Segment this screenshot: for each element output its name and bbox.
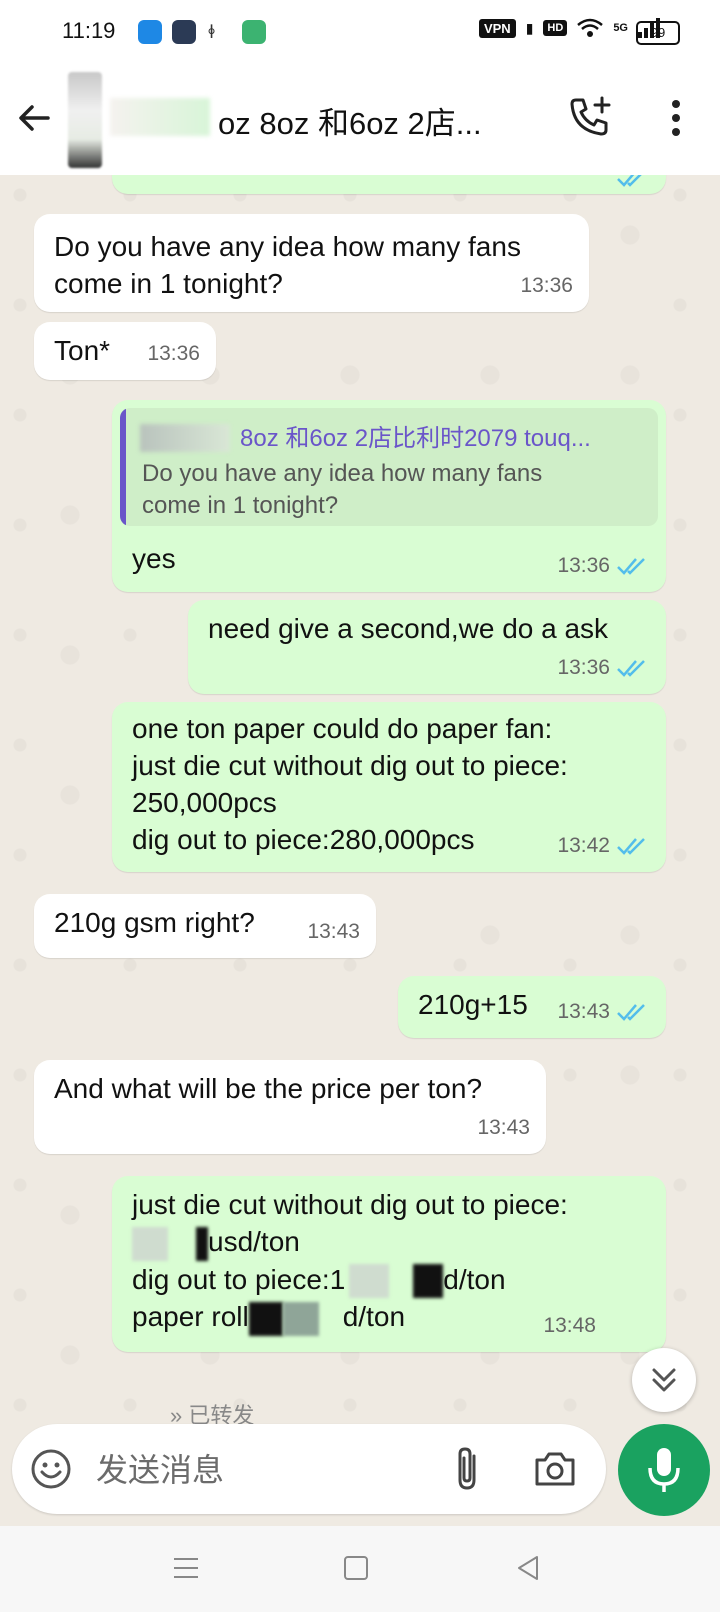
message-meta: 13:36 (520, 267, 573, 304)
redacted-value (282, 1301, 319, 1336)
read-ticks-icon (617, 1003, 645, 1021)
message-meta: 13:43 (557, 993, 650, 1030)
back-arrow-icon[interactable] (14, 98, 54, 138)
message-meta: 13:36 (557, 547, 650, 584)
quote-accent-bar (120, 408, 126, 526)
message-time: 13:42 (557, 834, 610, 857)
add-call-icon[interactable] (568, 94, 614, 140)
read-ticks-icon (617, 557, 645, 575)
message-line: just die cut without dig out to piece: (132, 750, 568, 781)
message-line: one ton paper could do paper fan: (132, 713, 553, 744)
redacted-value (248, 1301, 283, 1336)
outgoing-message[interactable]: 210g+15 13:43 (398, 976, 666, 1038)
microphone-icon (648, 1448, 680, 1492)
message-meta: 13:42 (557, 827, 650, 864)
network-type: 5G (613, 22, 628, 34)
status-right: VPN ▮ HD 5G (478, 18, 660, 38)
recents-menu-icon[interactable] (170, 1552, 202, 1584)
redacted-value (413, 1264, 444, 1299)
read-ticks-icon (617, 837, 645, 855)
contact-avatar[interactable] (68, 72, 102, 168)
app-notification-icon (138, 20, 162, 44)
incoming-message[interactable]: 210g gsm right? 13:43 (34, 894, 376, 958)
system-nav-bar (0, 1526, 720, 1612)
voice-message-button[interactable] (618, 1424, 710, 1516)
message-line: dig out to piece:1 d/ton (132, 1261, 568, 1299)
message-time: 13:36 (520, 274, 573, 297)
cat-app-icon (172, 20, 196, 44)
status-time: 11:19 (62, 18, 116, 43)
emoji-icon[interactable] (30, 1448, 72, 1490)
message-line: just die cut without dig out to piece: (132, 1189, 568, 1220)
message-text: yes (132, 543, 176, 574)
paperclip-icon[interactable] (448, 1444, 488, 1494)
chat-header: oz 8oz 和6oz 2店... (0, 62, 720, 175)
quoted-message[interactable]: 8oz 和6oz 2店比利时2079 touq... Do you have a… (120, 408, 658, 526)
message-line: usd/ton (132, 1223, 568, 1261)
incoming-message[interactable]: Ton* 13:36 (34, 322, 216, 380)
message-time: 13:36 (557, 656, 610, 679)
redacted-quote-author (140, 424, 230, 452)
outgoing-message[interactable]: need give a second,we do a ask 13:36 (188, 600, 666, 694)
camera-icon[interactable] (532, 1446, 578, 1492)
battery-icon: 99 (636, 21, 680, 45)
read-ticks-icon (617, 659, 645, 677)
link-icon: ꬹ (208, 22, 216, 42)
message-text: And what will be the price per ton? (54, 1073, 483, 1104)
redacted-value (196, 1226, 208, 1261)
message-meta: 13:43 (477, 1109, 530, 1146)
message-text: need give a second,we do a ask (208, 613, 609, 644)
chat-title[interactable]: oz 8oz 和6oz 2店... (218, 98, 538, 143)
message-time: 13:36 (147, 342, 200, 365)
message-line: paper roll d/ton (132, 1298, 568, 1336)
message-composer (12, 1424, 606, 1514)
message-time: 13:43 (307, 920, 360, 943)
message-fragment: d/ton (342, 1301, 406, 1333)
message-text: Ton* (54, 335, 111, 366)
outgoing-message[interactable]: one ton paper could do paper fan: just d… (112, 702, 666, 872)
message-meta: 13:43 (307, 913, 360, 950)
scroll-to-bottom-button[interactable] (632, 1348, 696, 1412)
status-bar: 11:19 ꬹ VPN ▮ HD 5G 99 (0, 0, 720, 62)
message-line: dig out to piece:280,000pcs (132, 824, 475, 855)
message-fragment: usd/ton (208, 1226, 300, 1257)
quote-text: Do you have any idea how many fans come … (142, 460, 543, 519)
incoming-message[interactable]: Do you have any idea how many fans come … (34, 214, 589, 312)
outgoing-message[interactable]: just die cut without dig out to piece: u… (112, 1176, 666, 1352)
message-meta: 13:36 (147, 335, 200, 372)
message-text: just die cut without dig out to piece: u… (132, 1186, 568, 1336)
back-triangle-icon[interactable] (512, 1552, 544, 1584)
message-meta: 13:36 (557, 649, 650, 686)
message-time: 13:43 (557, 1000, 610, 1023)
hd-badge: HD (543, 20, 568, 36)
message-fragment: dig out to piece:1 (132, 1263, 346, 1295)
vibrate-icon: ▮ (525, 19, 534, 36)
message-time: 13:48 (543, 1314, 596, 1337)
more-options-icon[interactable] (664, 96, 688, 140)
message-line: 250,000pcs (132, 787, 277, 818)
message-meta: 13:48 (543, 1307, 596, 1344)
outgoing-reply-message[interactable]: 8oz 和6oz 2店比利时2079 touq... Do you have a… (112, 400, 666, 592)
redacted-value (349, 1264, 390, 1299)
message-fragment: paper roll (132, 1301, 249, 1333)
quote-author: 8oz 和6oz 2店比利时2079 touq... (240, 425, 591, 452)
home-square-icon[interactable] (340, 1552, 372, 1584)
incoming-message[interactable]: And what will be the price per ton? 13:4… (34, 1060, 546, 1154)
message-text: Do you have any idea how many fans come … (54, 231, 521, 299)
message-time: 13:36 (557, 554, 610, 577)
message-input[interactable] (94, 1446, 438, 1494)
message-text: 210g+15 (418, 989, 528, 1020)
message-text: one ton paper could do paper fan: just d… (132, 710, 568, 858)
redacted-name (110, 98, 210, 136)
battery-saver-icon (242, 20, 266, 44)
message-fragment: d/ton (443, 1263, 506, 1295)
double-chevron-down-icon (652, 1368, 676, 1392)
vpn-badge: VPN (478, 18, 516, 38)
message-time: 13:43 (477, 1116, 530, 1139)
wifi-icon (577, 18, 604, 37)
message-text: 210g gsm right? (54, 907, 255, 938)
redacted-value (132, 1226, 168, 1261)
